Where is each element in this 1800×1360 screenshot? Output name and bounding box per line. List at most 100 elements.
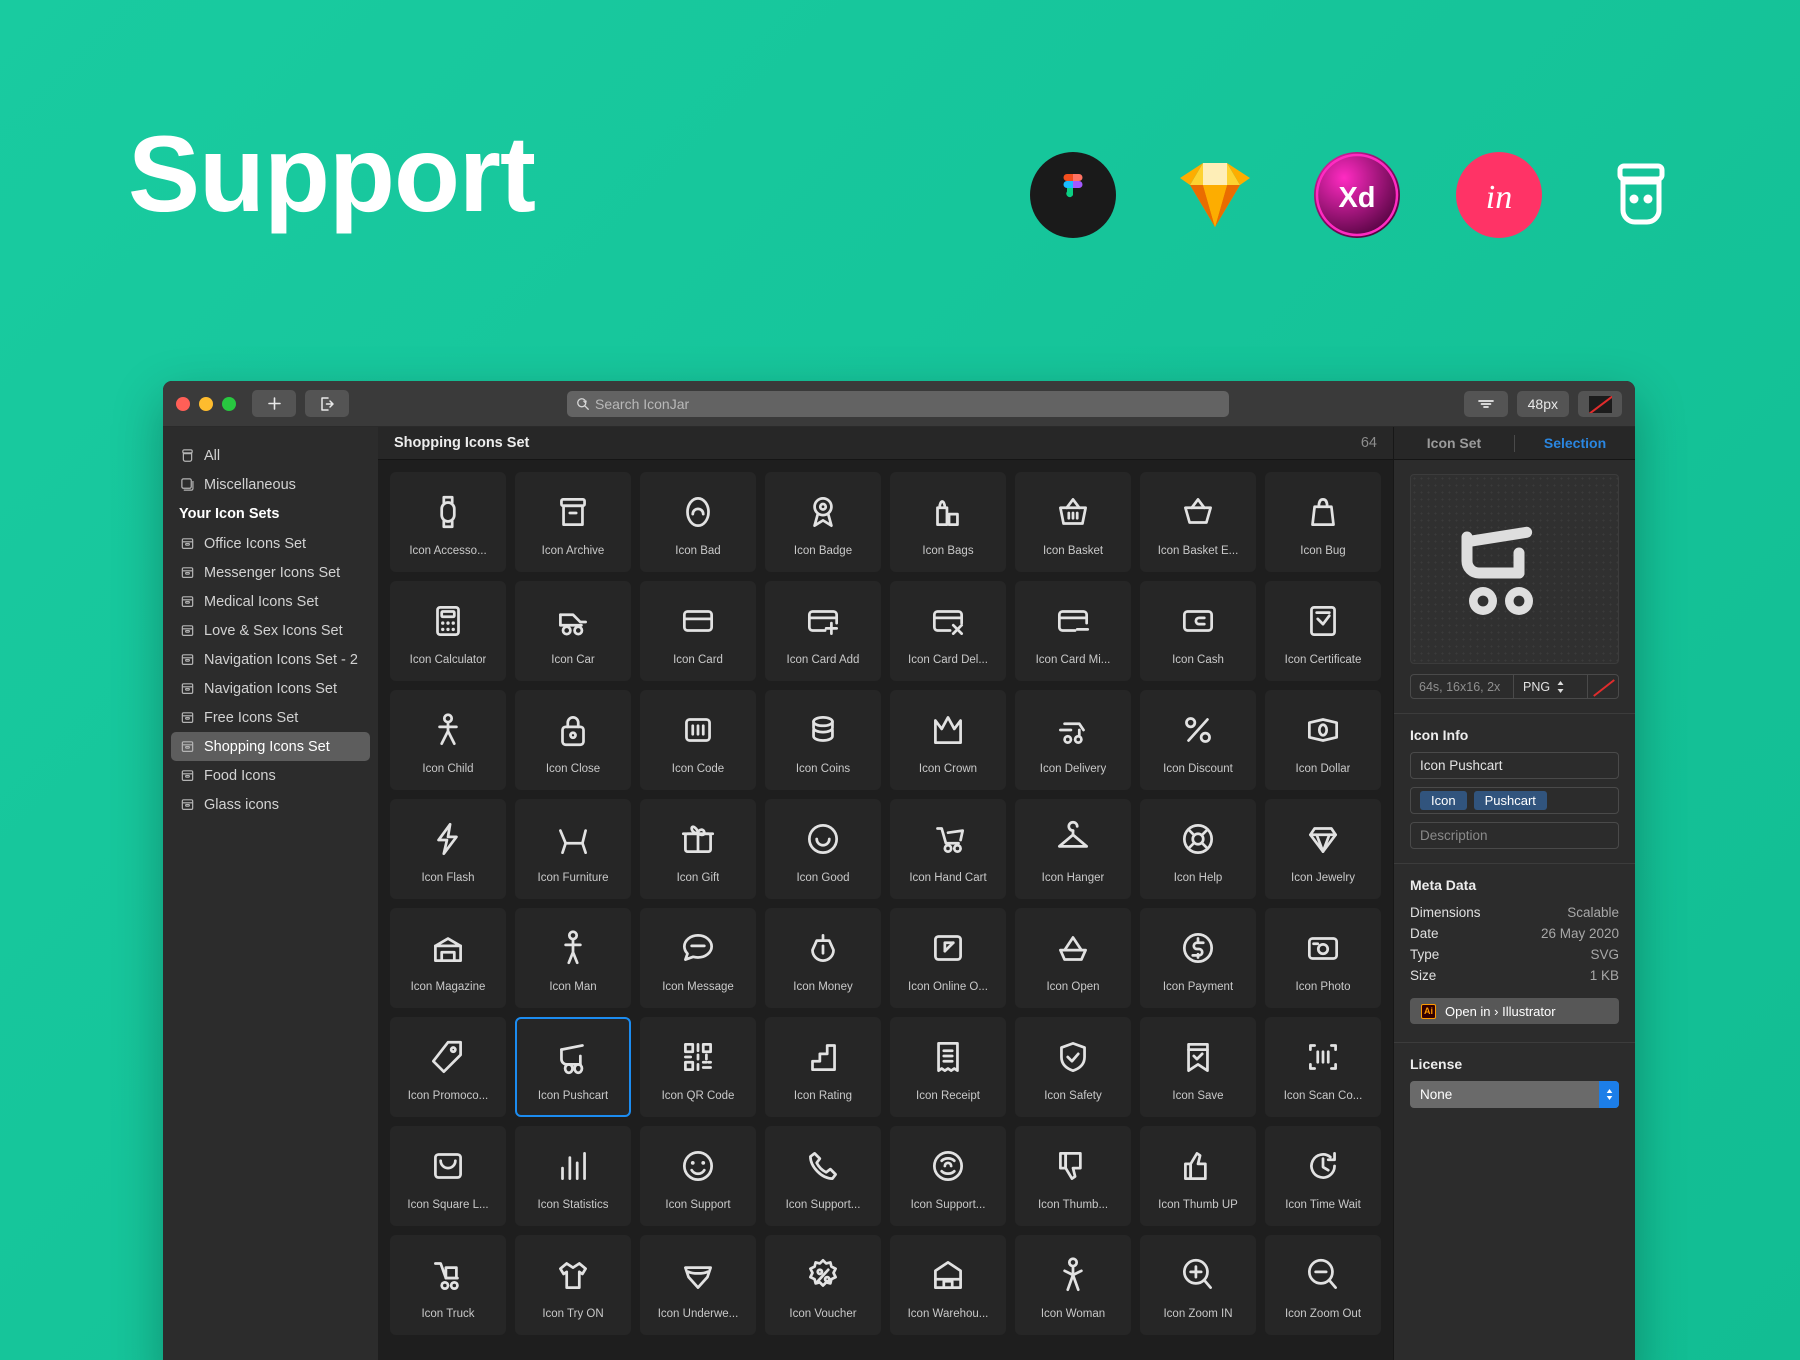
icon-cell[interactable]: Icon Voucher xyxy=(765,1235,881,1335)
icon-name-field[interactable]: Icon Pushcart xyxy=(1410,752,1619,779)
icon-cell[interactable]: Icon Thumb UP xyxy=(1140,1126,1256,1226)
icon-cell[interactable]: Icon Zoom IN xyxy=(1140,1235,1256,1335)
icon-cell[interactable]: Icon Jewelry xyxy=(1265,799,1381,899)
icon-cell[interactable]: Icon Cash xyxy=(1140,581,1256,681)
icon-cell[interactable]: Icon Try ON xyxy=(515,1235,631,1335)
icon-cell[interactable]: Icon Dollar xyxy=(1265,690,1381,790)
icon-cell[interactable]: Icon Badge xyxy=(765,472,881,572)
icon-cell[interactable]: Icon Crown xyxy=(890,690,1006,790)
icon-cell[interactable]: Icon Card Add xyxy=(765,581,881,681)
minimize-window-button[interactable] xyxy=(199,396,213,411)
license-select[interactable]: None xyxy=(1410,1081,1619,1108)
icon-cell[interactable]: Icon Message xyxy=(640,908,756,1008)
icon-cell[interactable]: Icon Zoom Out xyxy=(1265,1235,1381,1335)
icon-cell[interactable]: Icon Help xyxy=(1140,799,1256,899)
icon-cell[interactable]: Icon Support... xyxy=(890,1126,1006,1226)
search-input[interactable]: Search IconJar xyxy=(567,391,1229,417)
icon-cell[interactable]: Icon Woman xyxy=(1015,1235,1131,1335)
icon-cell[interactable]: Icon Gift xyxy=(640,799,756,899)
icon-cell[interactable]: Icon Open xyxy=(1015,908,1131,1008)
icon-cell[interactable]: Icon Photo xyxy=(1265,908,1381,1008)
icon-cell[interactable]: Icon Bad xyxy=(640,472,756,572)
sidebar-item-messenger-icons-set[interactable]: Messenger Icons Set xyxy=(163,558,378,587)
export-button[interactable] xyxy=(305,390,349,417)
icon-cell[interactable]: Icon Close xyxy=(515,690,631,790)
icon-cell[interactable]: Icon Delivery xyxy=(1015,690,1131,790)
icon-cell[interactable]: Icon Warehou... xyxy=(890,1235,1006,1335)
tag-chip[interactable]: Pushcart xyxy=(1473,791,1547,810)
sidebar-item-free-icons-set[interactable]: Free Icons Set xyxy=(163,703,378,732)
tag-chip[interactable]: Icon xyxy=(1420,791,1467,810)
icon-cell[interactable]: Icon Support xyxy=(640,1126,756,1226)
icon-cell[interactable]: Icon Accesso... xyxy=(390,472,506,572)
icon-cell[interactable]: Icon Code xyxy=(640,690,756,790)
close-window-button[interactable] xyxy=(176,396,190,411)
icon-tags-field[interactable]: Icon Pushcart xyxy=(1410,787,1619,814)
icon-cell[interactable]: Icon Basket xyxy=(1015,472,1131,572)
icon-cell[interactable]: Icon Discount xyxy=(1140,690,1256,790)
icon-cell[interactable]: Icon Truck xyxy=(390,1235,506,1335)
sidebar-item-all[interactable]: All xyxy=(163,441,378,470)
icon-cell[interactable]: Icon Money xyxy=(765,908,881,1008)
icon-cell[interactable]: Icon Receipt xyxy=(890,1017,1006,1117)
tab-icon-set[interactable]: Icon Set xyxy=(1394,435,1514,451)
export-sizes-field[interactable]: 64s, 16x16, 2x xyxy=(1411,675,1514,698)
export-format-row[interactable]: 64s, 16x16, 2x PNG xyxy=(1410,674,1619,699)
export-color-button[interactable] xyxy=(1588,675,1618,698)
icon-cell[interactable]: Icon Coins xyxy=(765,690,881,790)
sidebar-item-office-icons-set[interactable]: Office Icons Set xyxy=(163,529,378,558)
icon-cell[interactable]: Icon QR Code xyxy=(640,1017,756,1117)
sidebar-item-miscellaneous[interactable]: Miscellaneous xyxy=(163,470,378,499)
icon-cell[interactable]: Icon Promoco... xyxy=(390,1017,506,1117)
icon-cell[interactable]: Icon Child xyxy=(390,690,506,790)
icon-cell[interactable]: Icon Certificate xyxy=(1265,581,1381,681)
icon-cell[interactable]: Icon Bug xyxy=(1265,472,1381,572)
icon-cell[interactable]: Icon Pushcart xyxy=(515,1017,631,1117)
icon-cell[interactable]: Icon Man xyxy=(515,908,631,1008)
sidebar-item-navigation-icons-set-2[interactable]: Navigation Icons Set - 2 xyxy=(163,645,378,674)
icon-size-button[interactable]: 48px xyxy=(1516,391,1569,417)
icon-cell[interactable]: Icon Time Wait xyxy=(1265,1126,1381,1226)
export-type-select[interactable]: PNG xyxy=(1514,675,1588,698)
icon-cell[interactable]: Icon Payment xyxy=(1140,908,1256,1008)
icon-cell[interactable]: Icon Good xyxy=(765,799,881,899)
icon-description-field[interactable]: Description xyxy=(1410,822,1619,849)
icon-cell[interactable]: Icon Bags xyxy=(890,472,1006,572)
icon-cell[interactable]: Icon Calculator xyxy=(390,581,506,681)
open-in-illustrator-button[interactable]: Ai Open in › Illustrator xyxy=(1410,998,1619,1024)
sidebar-item-label: Navigation Icons Set - 2 xyxy=(204,651,358,668)
icon-cell[interactable]: Icon Furniture xyxy=(515,799,631,899)
icon-cell[interactable]: Icon Statistics xyxy=(515,1126,631,1226)
sidebar-item-food-icons[interactable]: Food Icons xyxy=(163,761,378,790)
icon-cell[interactable]: Icon Support... xyxy=(765,1126,881,1226)
maximize-window-button[interactable] xyxy=(222,396,236,411)
icon-cell[interactable]: Icon Underwe... xyxy=(640,1235,756,1335)
icon-cell[interactable]: Icon Save xyxy=(1140,1017,1256,1117)
filter-button[interactable] xyxy=(1463,391,1508,417)
support-chat-icon xyxy=(927,1140,969,1192)
icon-cell[interactable]: Icon Flash xyxy=(390,799,506,899)
icon-cell[interactable]: Icon Hanger xyxy=(1015,799,1131,899)
color-override-button[interactable] xyxy=(1578,391,1622,417)
icon-cell[interactable]: Icon Hand Cart xyxy=(890,799,1006,899)
icon-cell[interactable]: Icon Basket E... xyxy=(1140,472,1256,572)
icon-cell[interactable]: Icon Magazine xyxy=(390,908,506,1008)
icon-cell[interactable]: Icon Card Del... xyxy=(890,581,1006,681)
icon-cell[interactable]: Icon Card xyxy=(640,581,756,681)
icon-cell[interactable]: Icon Rating xyxy=(765,1017,881,1117)
icon-cell[interactable]: Icon Car xyxy=(515,581,631,681)
add-button[interactable] xyxy=(252,390,296,417)
icon-cell[interactable]: Icon Thumb... xyxy=(1015,1126,1131,1226)
sidebar-item-love-sex-icons-set[interactable]: Love & Sex Icons Set xyxy=(163,616,378,645)
icon-cell[interactable]: Icon Online O... xyxy=(890,908,1006,1008)
icon-cell[interactable]: Icon Card Mi... xyxy=(1015,581,1131,681)
icon-cell[interactable]: Icon Safety xyxy=(1015,1017,1131,1117)
sidebar-item-medical-icons-set[interactable]: Medical Icons Set xyxy=(163,587,378,616)
sidebar-item-glass-icons[interactable]: Glass icons xyxy=(163,790,378,819)
icon-cell[interactable]: Icon Square L... xyxy=(390,1126,506,1226)
sidebar-item-shopping-icons-set[interactable]: Shopping Icons Set xyxy=(171,732,370,761)
icon-cell[interactable]: Icon Scan Co... xyxy=(1265,1017,1381,1117)
tab-selection[interactable]: Selection xyxy=(1515,435,1635,451)
icon-cell[interactable]: Icon Archive xyxy=(515,472,631,572)
sidebar-item-navigation-icons-set[interactable]: Navigation Icons Set xyxy=(163,674,378,703)
